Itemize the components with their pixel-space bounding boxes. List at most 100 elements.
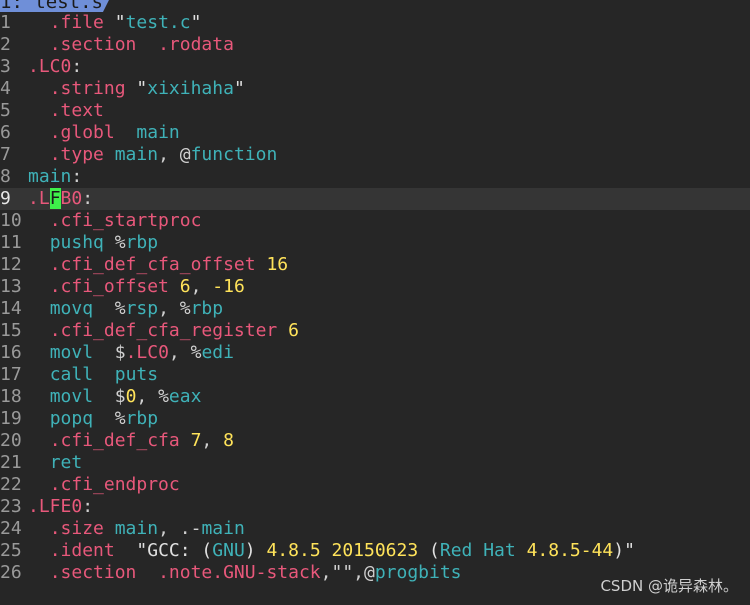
line-number: 10	[0, 210, 22, 231]
code-token: "	[125, 78, 148, 99]
code-line[interactable]: 1 .file "test.c"	[0, 12, 750, 34]
code-token: 4.8.5-44	[526, 540, 614, 561]
code-token: .string	[49, 78, 126, 99]
code-line[interactable]: 8 main:	[0, 166, 750, 188]
line-number: 20	[0, 430, 22, 451]
code-token: .LC0	[125, 342, 169, 363]
code-token: main	[114, 144, 159, 165]
code-token: 7	[190, 430, 202, 451]
code-line[interactable]: 3 .LC0:	[0, 56, 750, 78]
code-line[interactable]: 21 ret	[0, 452, 750, 474]
code-token: )"	[613, 540, 635, 561]
code-text: .string "xixihaha"	[28, 78, 245, 100]
code-token: B0	[60, 188, 83, 209]
code-token: main	[201, 518, 245, 539]
code-line[interactable]: 7 .type main, @function	[0, 144, 750, 166]
code-line[interactable]: 10 .cfi_startproc	[0, 210, 750, 232]
line-number: 21	[0, 452, 22, 473]
code-text: .cfi_def_cfa 7, 8	[28, 430, 234, 452]
code-token: "	[233, 78, 245, 99]
code-text: movl $0, %eax	[28, 386, 202, 408]
code-line[interactable]: 2 .section .rodata	[0, 34, 750, 56]
code-token: .globl	[49, 122, 115, 143]
code-token: main	[28, 166, 72, 187]
line-number: 14	[0, 298, 22, 319]
code-token: -16	[212, 276, 245, 297]
code-token: .rodata	[158, 34, 234, 55]
code-token: GNU	[212, 540, 245, 561]
code-line[interactable]: 16 movl $.LC0, %edi	[0, 342, 750, 364]
code-token: edi	[201, 342, 234, 363]
code-line[interactable]: 11 pushq %rbp	[0, 232, 750, 254]
code-token: .cfi_def_cfa_offset	[49, 254, 256, 275]
line-number: 23	[0, 496, 22, 517]
line-number: 9	[0, 188, 11, 209]
code-token: rbp	[125, 232, 159, 253]
code-token: .file	[49, 12, 104, 33]
tab-test-s[interactable]: 1: test.s	[0, 0, 113, 12]
code-text: .section .rodata	[28, 34, 234, 56]
code-text: .section .note.GNU-stack,"",@progbits	[28, 562, 462, 584]
code-token: ,"",@	[320, 562, 375, 583]
code-line[interactable]: 22 .cfi_endproc	[0, 474, 750, 496]
code-token: popq	[49, 408, 94, 429]
code-line[interactable]: 17 call puts	[0, 364, 750, 386]
code-token: call	[49, 364, 94, 385]
code-token: puts	[114, 364, 159, 385]
code-line[interactable]: 25 .ident "GCC: (GNU) 4.8.5 20150623 (Re…	[0, 540, 750, 562]
code-line[interactable]: 23 .LFE0:	[0, 496, 750, 518]
code-token: ret	[49, 452, 83, 473]
code-line[interactable]: 9 .LFB0:	[0, 188, 750, 210]
code-token: 16	[266, 254, 289, 275]
code-line[interactable]: 14 movq %rsp, %rbp	[0, 298, 750, 320]
code-text: .cfi_offset 6, -16	[28, 276, 245, 298]
code-line[interactable]: 5 .text	[0, 100, 750, 122]
code-token: Red Hat	[439, 540, 516, 561]
line-number: 12	[0, 254, 22, 275]
code-token: "	[190, 12, 202, 33]
line-number: 17	[0, 364, 22, 385]
code-line[interactable]: 24 .size main, .-main	[0, 518, 750, 540]
code-line[interactable]: 13 .cfi_offset 6, -16	[0, 276, 750, 298]
code-token: , %	[136, 386, 169, 407]
code-token: ,	[190, 276, 213, 297]
code-editor[interactable]: 1 .file "test.c" 2 .section .rodata 3 .LC0:…	[0, 12, 750, 584]
code-token: rsp	[125, 298, 159, 319]
code-text: .LC0:	[28, 56, 82, 78]
code-line[interactable]: 6 .globl main	[0, 122, 750, 144]
code-line[interactable]: 19 popq %rbp	[0, 408, 750, 430]
code-token: , .-	[158, 518, 202, 539]
code-line[interactable]: 18 movl $0, %eax	[0, 386, 750, 408]
code-text: .ident "GCC: (GNU) 4.8.5 20150623 (Red H…	[28, 540, 635, 562]
code-line[interactable]: 12 .cfi_def_cfa_offset 16	[0, 254, 750, 276]
line-number: 18	[0, 386, 22, 407]
code-token: %	[103, 232, 126, 253]
code-token: "	[103, 12, 126, 33]
code-token: :	[82, 188, 94, 209]
code-token: )	[244, 540, 267, 561]
line-number: 8	[0, 166, 11, 187]
code-line[interactable]: 20 .cfi_def_cfa 7, 8	[0, 430, 750, 452]
code-line[interactable]: 15 .cfi_def_cfa_register 6	[0, 320, 750, 342]
code-token: .type	[49, 144, 104, 165]
code-token: 4.8.5 20150623	[266, 540, 419, 561]
line-number: 7	[0, 144, 11, 165]
line-number: 19	[0, 408, 22, 429]
code-line[interactable]: 4 .string "xixihaha"	[0, 78, 750, 100]
code-token: ,	[201, 430, 224, 451]
code-token: , %	[168, 342, 202, 363]
